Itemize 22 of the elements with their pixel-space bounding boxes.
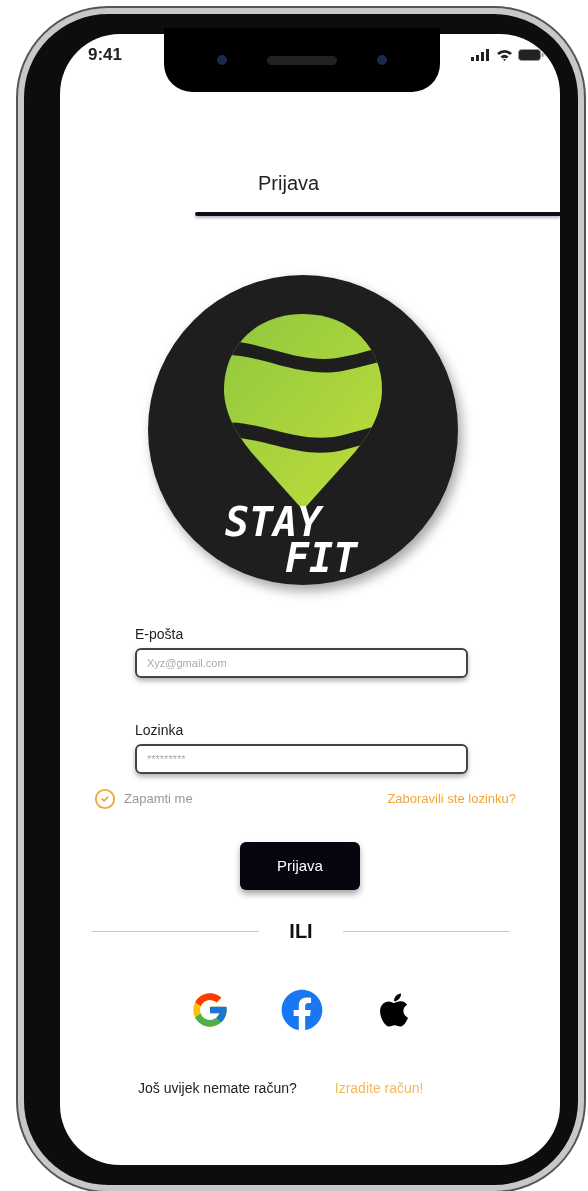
input-field[interactable]: ********* — [135, 744, 468, 774]
checkbox-label: Zapamti me — [124, 790, 193, 809]
signal-icon — [471, 49, 491, 61]
login-button[interactable]: Prijava — [240, 842, 360, 890]
field-label: Lozinka — [135, 721, 185, 740]
signup-link[interactable]: Izradite račun! — [334, 1078, 424, 1099]
forgot-password-link[interactable]: Zaboravili ste lozinku? — [387, 789, 516, 809]
sensor-icon — [377, 55, 387, 65]
facebook-logo-icon — [281, 989, 323, 1031]
input-field[interactable]: Xyz@gmail.com — [135, 648, 468, 678]
speaker-grille — [267, 55, 337, 65]
page-title: Prijava — [258, 172, 320, 194]
battery-icon — [518, 49, 544, 61]
checkbox[interactable] — [94, 788, 116, 810]
divider-text: ILI — [289, 919, 313, 944]
signup-prompt: Još uvijek nemate račun? — [138, 1079, 297, 1098]
field-label: E-pošta — [135, 625, 185, 644]
camera-icon — [217, 55, 227, 65]
google-logo-icon — [190, 990, 230, 1030]
status-time: 9:41 — [88, 44, 123, 67]
facebook-login-button[interactable] — [280, 988, 324, 1032]
wifi-icon — [496, 49, 513, 61]
